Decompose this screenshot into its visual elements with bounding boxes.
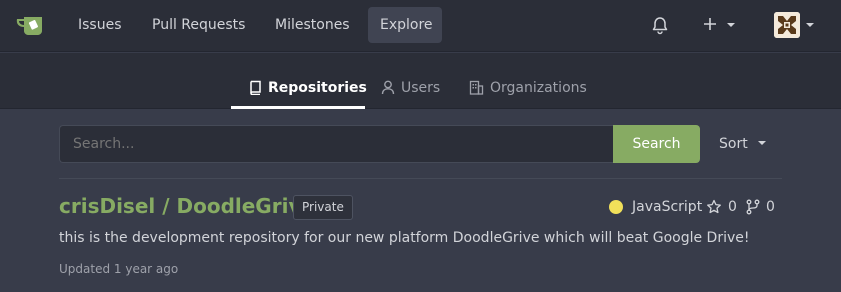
bell-icon[interactable]: [650, 16, 670, 36]
nav-issues[interactable]: Issues: [66, 7, 134, 43]
user-menu[interactable]: [774, 12, 818, 38]
organization-icon: [469, 80, 484, 95]
chevron-down-icon: [806, 23, 814, 27]
chevron-down-icon: [758, 141, 767, 145]
person-icon: [381, 80, 395, 94]
repo-language: JavaScript: [632, 199, 703, 215]
star-count[interactable]: 0: [728, 199, 737, 215]
tab-users[interactable]: Users: [381, 53, 440, 109]
tab-repositories[interactable]: Repositories: [249, 53, 367, 109]
fork-icon: [746, 199, 760, 215]
search-input[interactable]: [59, 125, 614, 163]
explore-tabs: Repositories Users Organizations: [0, 53, 841, 109]
nav-explore[interactable]: Explore: [368, 7, 442, 43]
active-tab-indicator: [231, 106, 365, 109]
chevron-down-icon: [727, 23, 735, 27]
search-button[interactable]: Search: [613, 125, 700, 163]
fork-count[interactable]: 0: [766, 199, 775, 215]
repo-description: this is the development repository for o…: [59, 230, 750, 246]
create-dropdown[interactable]: [703, 15, 739, 35]
top-navbar: Issues Pull Requests Milestones Explore: [0, 0, 841, 52]
sort-dropdown[interactable]: Sort: [719, 136, 767, 152]
nav-milestones[interactable]: Milestones: [263, 7, 362, 43]
star-icon: [707, 199, 721, 214]
plus-icon: [704, 18, 716, 30]
repo-link[interactable]: crisDisel / DoodleGrive: [59, 194, 315, 218]
sort-label: Sort: [719, 136, 748, 152]
user-avatar-icon: [774, 12, 800, 38]
tab-organizations[interactable]: Organizations: [469, 53, 587, 109]
repo-icon: [250, 80, 261, 95]
gitea-teacup-icon[interactable]: [15, 14, 47, 36]
tab-repositories-label: Repositories: [268, 80, 367, 96]
language-color-dot: [609, 200, 623, 214]
nav-pull-requests[interactable]: Pull Requests: [140, 7, 257, 43]
repo-updated-time: Updated 1 year ago: [59, 262, 179, 276]
tab-organizations-label: Organizations: [490, 80, 587, 96]
tab-users-label: Users: [401, 80, 441, 96]
visibility-badge: Private: [293, 195, 353, 220]
divider: [59, 178, 782, 179]
